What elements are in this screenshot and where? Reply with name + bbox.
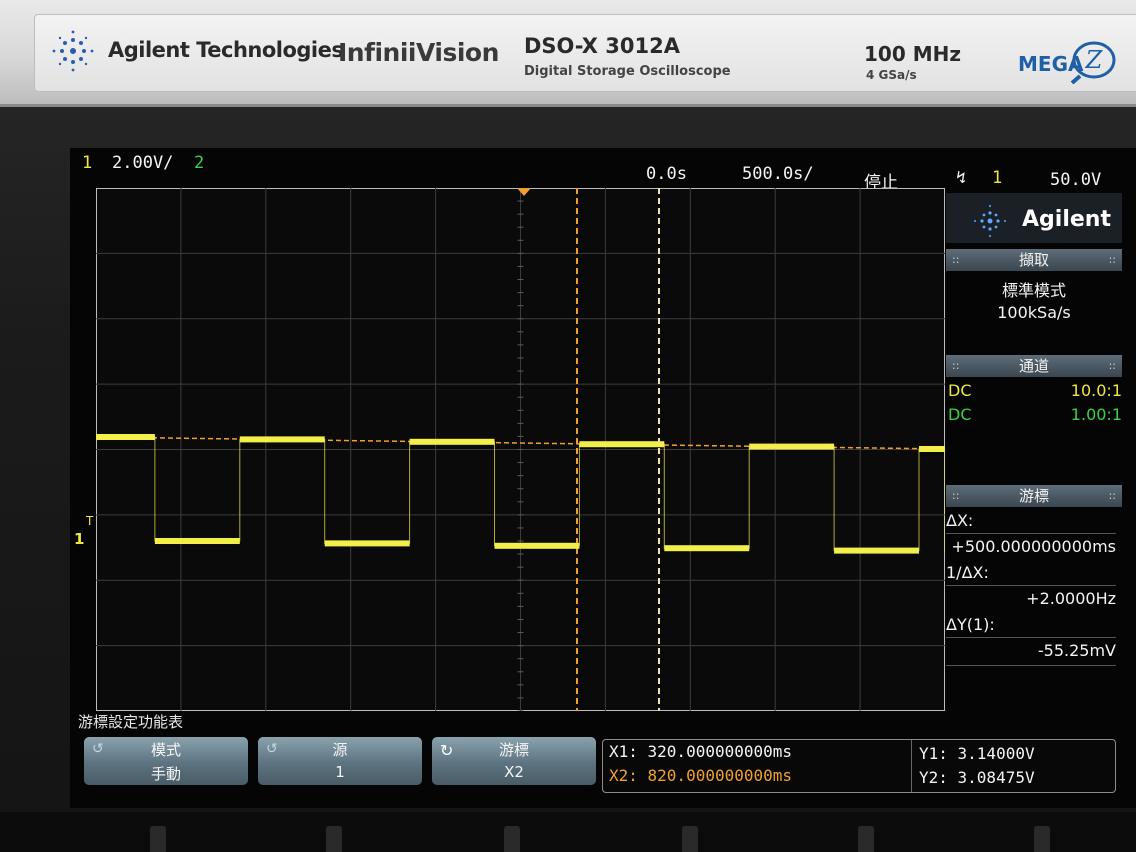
waveform-low-level (494, 542, 580, 549)
cursor-y2: Y2: 3.08475V (919, 768, 1035, 787)
softkey-source-label: 源 (332, 741, 348, 759)
cursors-title: 游標 (1018, 487, 1049, 505)
divider (946, 585, 1116, 586)
acquire-header[interactable]: :: 擷取 :: (946, 249, 1122, 271)
trigger-source[interactable]: 1 (992, 168, 1002, 188)
softkey-cursor[interactable]: ↻ 游標 X2 (432, 737, 596, 785)
delta-x-value: +500.000000000ms (951, 537, 1116, 556)
waveform-high-level (579, 441, 665, 448)
brand-model-subtitle: Digital Storage Oscilloscope (524, 64, 731, 79)
delta-x-label: ΔX: (946, 511, 974, 530)
ch1-scale[interactable]: 2.00V/ (112, 153, 173, 173)
megazoom-lens-icon: Z (1070, 41, 1116, 84)
waveform-high-level (749, 443, 835, 450)
cursor-readout-box: X1: 320.000000000ms X2: 820.000000000ms … (602, 739, 1116, 793)
ch2-coupling: DC (948, 405, 972, 424)
softkey-button[interactable] (682, 826, 698, 852)
divider (946, 533, 1116, 534)
waveform-low-level (154, 538, 240, 544)
softkey-mode[interactable]: ↺ 模式 手動 (84, 737, 248, 785)
softkey-source-value: 1 (335, 763, 345, 781)
megazoom-letter: Z (1085, 46, 1104, 74)
delta-y-value: -55.25mV (1037, 641, 1116, 660)
softkey-source[interactable]: ↺ 源 1 (258, 737, 422, 785)
waveform-low-level (664, 545, 750, 552)
trigger-edge-icon: ↯ (956, 168, 967, 188)
waveform-high-level (96, 434, 155, 440)
front-panel-lower (0, 812, 1136, 852)
ch1-probe: 10.0:1 (1070, 381, 1122, 400)
brand-bandwidth: 100 MHz (864, 42, 961, 66)
grip-icon: :: (952, 253, 960, 266)
softkey-button[interactable] (858, 826, 874, 852)
inverse-delta-x-value: +2.0000Hz (1026, 589, 1116, 608)
trigger-level-marker[interactable]: T (86, 514, 93, 528)
agilent-spark-logo (52, 30, 94, 72)
time-offset[interactable]: 0.0s (646, 164, 687, 184)
grip-icon: :: (1108, 359, 1116, 372)
acquire-title: 擷取 (1018, 251, 1049, 269)
brand-panel: Agilent Technologies InfiniiVision DSO-X… (0, 0, 1136, 107)
ch2-number[interactable]: 2 (194, 153, 204, 173)
inverse-delta-x-label: 1/ΔX: (946, 563, 989, 582)
softkey-menu-title: 游標設定功能表 (78, 713, 184, 731)
brand-model: DSO-X 3012A (524, 34, 681, 58)
softkey-cursor-value: X2 (504, 763, 524, 781)
channels-header[interactable]: :: 通道 :: (946, 355, 1122, 377)
channels-title: 通道 (1018, 357, 1049, 375)
waveform-high-level (409, 438, 495, 445)
trigger-level[interactable]: 50.0V (1050, 170, 1101, 190)
softkey-mode-value: 手動 (150, 765, 181, 783)
waveform-graticule[interactable] (96, 188, 945, 711)
grip-icon: :: (952, 489, 960, 502)
ch1-coupling: DC (948, 381, 972, 400)
side-panel: Agilent :: 擷取 :: 標準模式 100kSa/s :: 通道 :: … (942, 193, 1122, 713)
cursors-header[interactable]: :: 游標 :: (946, 485, 1122, 507)
softkey-button[interactable] (326, 826, 342, 852)
divider (911, 740, 912, 792)
grip-icon: :: (952, 359, 960, 372)
waveform-high-level (239, 436, 325, 443)
ch2-probe: 1.00:1 (1070, 405, 1122, 424)
cursor-y1: Y1: 3.14000V (919, 744, 1035, 763)
brand-maker: Agilent Technologies (108, 38, 344, 62)
softkey-button[interactable] (1034, 826, 1050, 852)
waveform-low-level (324, 540, 410, 547)
divider (946, 665, 1116, 666)
softkey-button[interactable] (150, 826, 166, 852)
ch1-ground-marker[interactable]: 1 (74, 530, 84, 548)
softkey-mode-label: 模式 (150, 741, 181, 759)
time-scale[interactable]: 500.0s/ (742, 164, 814, 184)
softkey-button[interactable] (504, 826, 520, 852)
brand-sample-rate: 4 GSa/s (866, 68, 917, 82)
cursor-x1: X1: 320.000000000ms (609, 742, 793, 761)
ch1-number[interactable]: 1 (82, 153, 92, 173)
softkey-cursor-label: 游標 (498, 741, 529, 759)
waveform-low-level (834, 547, 919, 554)
grip-icon: :: (1108, 489, 1116, 502)
cursor-x2: X2: 820.000000000ms (609, 766, 793, 785)
divider (946, 637, 1116, 638)
brand-series: InfiniiVision (338, 38, 499, 67)
acquire-rate: 100kSa/s (997, 303, 1071, 322)
delta-y-label: ΔY(1): (946, 615, 995, 634)
side-logo-text: Agilent (1022, 207, 1111, 232)
grip-icon: :: (1108, 253, 1116, 266)
acquire-mode: 標準模式 (1001, 281, 1066, 300)
agilent-spark-icon (974, 205, 1006, 237)
